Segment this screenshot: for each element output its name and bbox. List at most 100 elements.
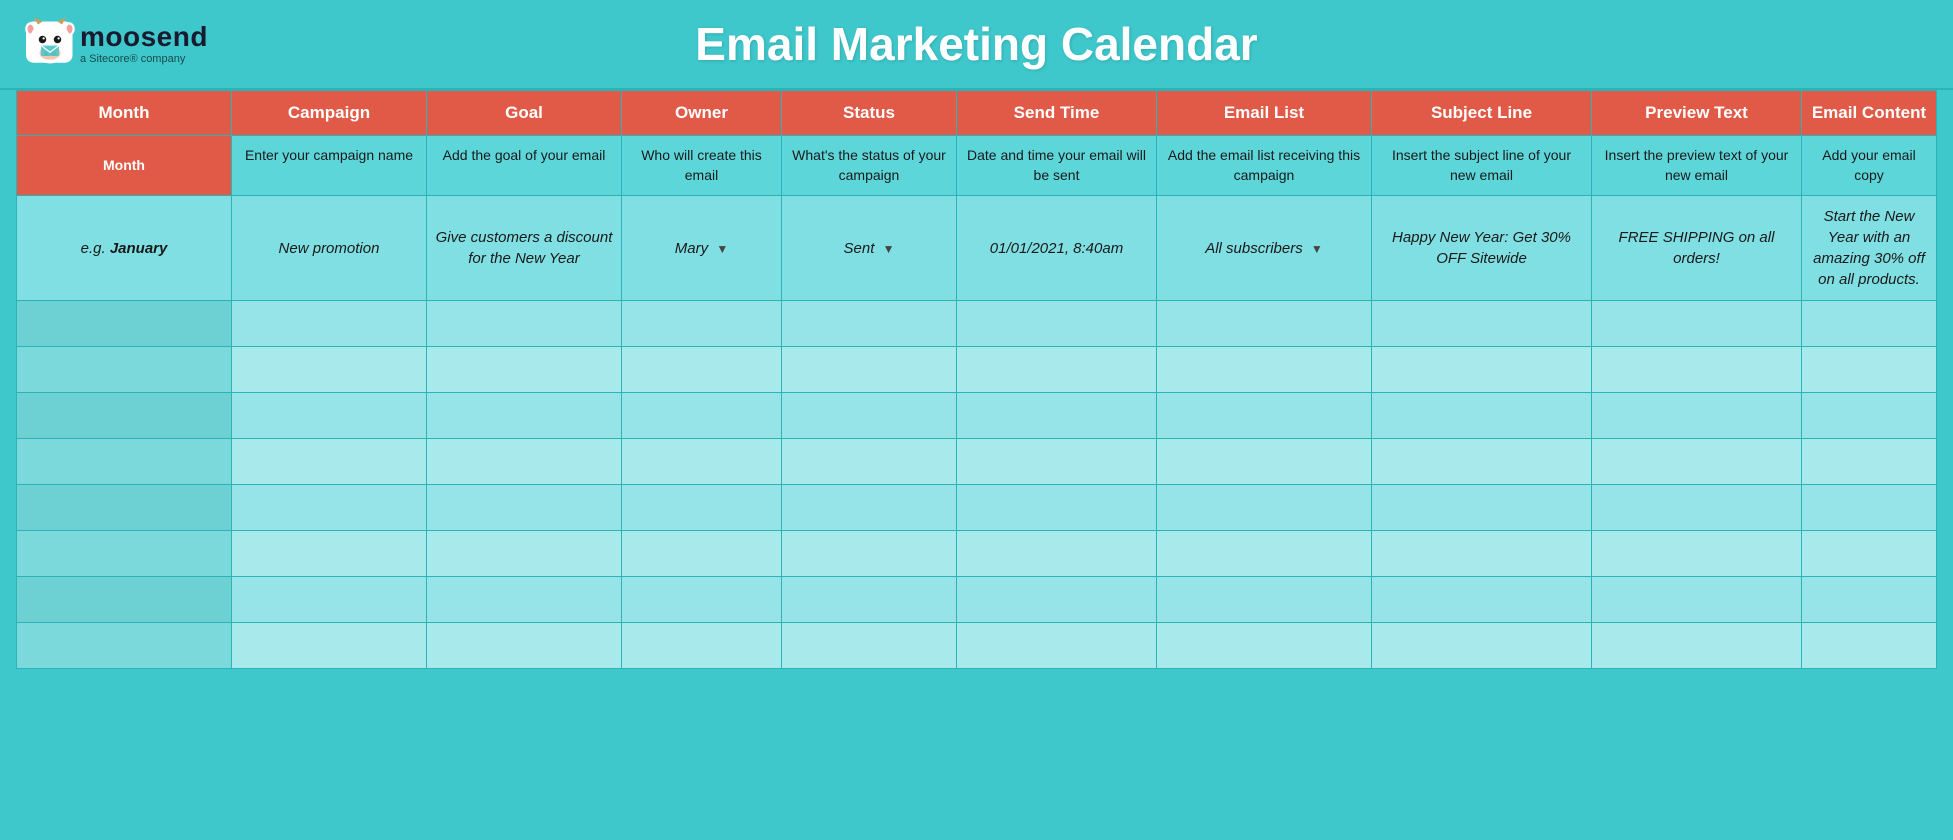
empty-row-4 xyxy=(17,439,1937,485)
col-header-subject: Subject Line xyxy=(1372,91,1592,136)
example-subject: Happy New Year: Get 30% OFF Sitewide xyxy=(1372,196,1592,301)
empty-goal-4 xyxy=(427,439,622,485)
empty-subject-1 xyxy=(1372,301,1592,347)
empty-emaillist-1 xyxy=(1157,301,1372,347)
empty-subject-4 xyxy=(1372,439,1592,485)
empty-sendtime-8 xyxy=(957,623,1157,669)
empty-content-7 xyxy=(1802,577,1937,623)
empty-emaillist-8 xyxy=(1157,623,1372,669)
empty-status-6 xyxy=(782,531,957,577)
empty-owner-1 xyxy=(622,301,782,347)
empty-sendtime-6 xyxy=(957,531,1157,577)
desc-subject: Insert the subject line of your new emai… xyxy=(1372,136,1592,196)
col-header-sendtime: Send Time xyxy=(957,91,1157,136)
empty-subject-3 xyxy=(1372,393,1592,439)
empty-owner-5 xyxy=(622,485,782,531)
empty-content-8 xyxy=(1802,623,1937,669)
description-row: Month Enter your campaign name Add the g… xyxy=(17,136,1937,196)
empty-row-7 xyxy=(17,577,1937,623)
desc-goal: Add the goal of your email xyxy=(427,136,622,196)
col-header-month: Month xyxy=(17,91,232,136)
empty-sendtime-5 xyxy=(957,485,1157,531)
empty-goal-8 xyxy=(427,623,622,669)
empty-owner-2 xyxy=(622,347,782,393)
col-header-status: Status xyxy=(782,91,957,136)
empty-goal-6 xyxy=(427,531,622,577)
empty-sendtime-1 xyxy=(957,301,1157,347)
empty-row-3 xyxy=(17,393,1937,439)
empty-sendtime-4 xyxy=(957,439,1157,485)
logo-area: moosend a Sitecore® company xyxy=(20,14,340,74)
empty-preview-1 xyxy=(1592,301,1802,347)
empty-status-8 xyxy=(782,623,957,669)
empty-month-5 xyxy=(17,485,232,531)
header: moosend a Sitecore® company Email Market… xyxy=(0,0,1953,90)
empty-preview-2 xyxy=(1592,347,1802,393)
empty-status-2 xyxy=(782,347,957,393)
empty-campaign-2 xyxy=(232,347,427,393)
empty-status-7 xyxy=(782,577,957,623)
empty-goal-3 xyxy=(427,393,622,439)
empty-owner-6 xyxy=(622,531,782,577)
empty-month-7 xyxy=(17,577,232,623)
page-wrapper: moosend a Sitecore® company Email Market… xyxy=(0,0,1953,840)
empty-sendtime-7 xyxy=(957,577,1157,623)
page-title: Email Marketing Calendar xyxy=(340,17,1613,71)
empty-preview-5 xyxy=(1592,485,1802,531)
example-emaillist: All subscribers ▼ xyxy=(1157,196,1372,301)
empty-sendtime-2 xyxy=(957,347,1157,393)
example-month: e.g. January xyxy=(17,196,232,301)
empty-row-6 xyxy=(17,531,1937,577)
empty-row-8 xyxy=(17,623,1937,669)
empty-campaign-3 xyxy=(232,393,427,439)
empty-emaillist-3 xyxy=(1157,393,1372,439)
empty-preview-4 xyxy=(1592,439,1802,485)
empty-month-8 xyxy=(17,623,232,669)
example-row: e.g. January New promotion Give customer… xyxy=(17,196,1937,301)
example-content: Start the New Year with an amazing 30% o… xyxy=(1802,196,1937,301)
emaillist-dropdown-icon[interactable]: ▼ xyxy=(1311,241,1323,258)
empty-campaign-1 xyxy=(232,301,427,347)
empty-campaign-6 xyxy=(232,531,427,577)
empty-campaign-8 xyxy=(232,623,427,669)
empty-month-6 xyxy=(17,531,232,577)
logo-name: moosend xyxy=(80,23,208,51)
empty-preview-7 xyxy=(1592,577,1802,623)
empty-content-3 xyxy=(1802,393,1937,439)
example-campaign: New promotion xyxy=(232,196,427,301)
example-status: Sent ▼ xyxy=(782,196,957,301)
empty-subject-8 xyxy=(1372,623,1592,669)
empty-row-2 xyxy=(17,347,1937,393)
desc-emaillist: Add the email list receiving this campai… xyxy=(1157,136,1372,196)
owner-dropdown-icon[interactable]: ▼ xyxy=(716,241,728,258)
desc-sendtime: Date and time your email will be sent xyxy=(957,136,1157,196)
col-header-content: Email Content xyxy=(1802,91,1937,136)
empty-subject-5 xyxy=(1372,485,1592,531)
logo-tagline: a Sitecore® company xyxy=(80,53,208,65)
empty-month-2 xyxy=(17,347,232,393)
calendar-table: Month Campaign Goal Owner Status Send Ti… xyxy=(16,90,1937,669)
empty-status-5 xyxy=(782,485,957,531)
empty-owner-3 xyxy=(622,393,782,439)
empty-content-2 xyxy=(1802,347,1937,393)
example-goal: Give customers a discount for the New Ye… xyxy=(427,196,622,301)
col-header-campaign: Campaign xyxy=(232,91,427,136)
empty-campaign-7 xyxy=(232,577,427,623)
example-preview: FREE SHIPPING on all orders! xyxy=(1592,196,1802,301)
empty-subject-2 xyxy=(1372,347,1592,393)
empty-preview-6 xyxy=(1592,531,1802,577)
table-container: Month Campaign Goal Owner Status Send Ti… xyxy=(0,90,1953,840)
empty-goal-1 xyxy=(427,301,622,347)
empty-content-4 xyxy=(1802,439,1937,485)
empty-status-1 xyxy=(782,301,957,347)
status-dropdown-icon[interactable]: ▼ xyxy=(883,241,895,258)
col-header-owner: Owner xyxy=(622,91,782,136)
moosend-logo-icon xyxy=(20,14,80,74)
empty-month-3 xyxy=(17,393,232,439)
desc-preview: Insert the preview text of your new emai… xyxy=(1592,136,1802,196)
col-header-emaillist: Email List xyxy=(1157,91,1372,136)
empty-emaillist-2 xyxy=(1157,347,1372,393)
empty-emaillist-4 xyxy=(1157,439,1372,485)
empty-owner-8 xyxy=(622,623,782,669)
empty-subject-7 xyxy=(1372,577,1592,623)
